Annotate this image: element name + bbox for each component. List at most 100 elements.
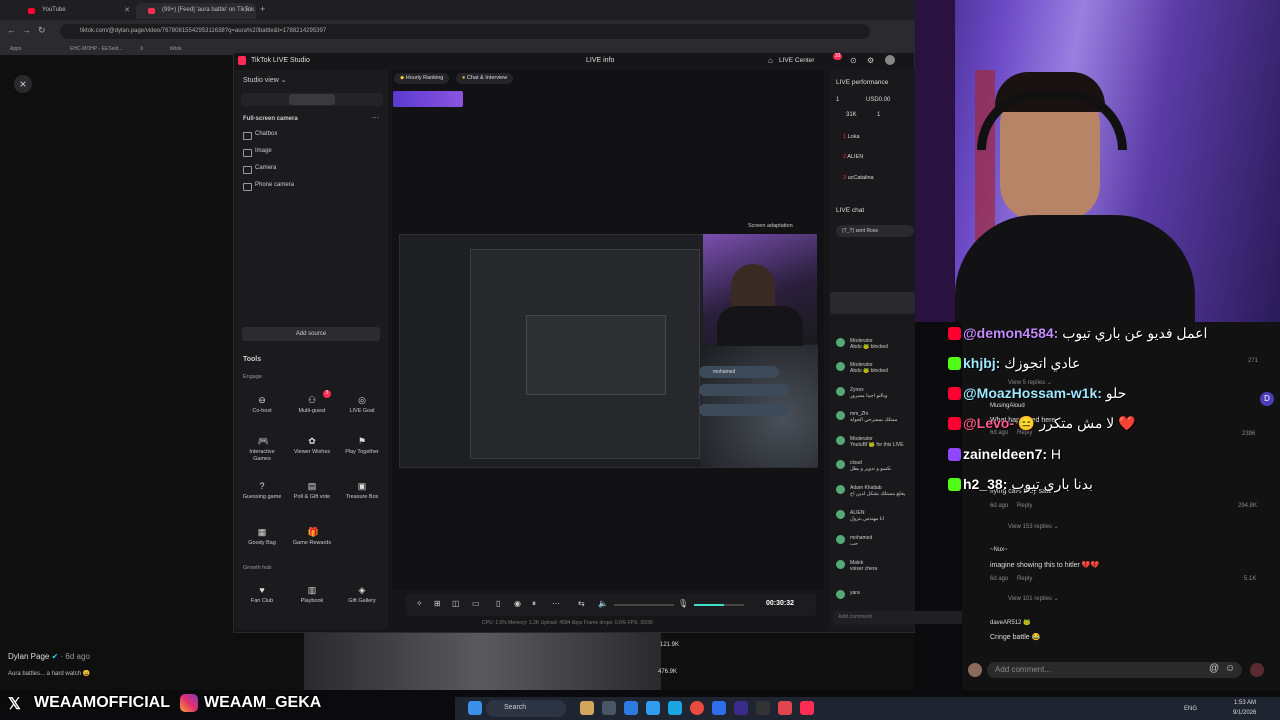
- chat-message[interactable]: Moderator Abdo 🐸 blocked: [836, 338, 946, 350]
- chat-message[interactable]: Malek voiser chera: [836, 560, 946, 572]
- add-source-button[interactable]: Add source: [242, 327, 380, 341]
- microphone-icon[interactable]: 🎙: [678, 599, 688, 608]
- tool-live-goal[interactable]: ◎ LIVE Goal: [340, 392, 384, 434]
- close-video-button[interactable]: ×: [14, 75, 32, 93]
- tool-poll-gift-vote[interactable]: ▤ Poll & Gift vote: [290, 478, 334, 520]
- ranking-row[interactable]: 3 ucCatalina: [843, 175, 874, 181]
- ranking-row[interactable]: 2 ALIEN: [843, 154, 863, 160]
- browser-tab-tiktok[interactable]: (99+) [Feed] 'aura battle' on TikTok ✕: [136, 3, 256, 19]
- bookmark-x[interactable]: X: [140, 46, 143, 52]
- view-replies-button[interactable]: View 101 replies ⌄: [1008, 595, 1059, 602]
- tool-gift-gallery[interactable]: ◈ Gift Gallery: [340, 582, 384, 624]
- reload-icon[interactable]: ↻: [38, 25, 46, 36]
- clock-date[interactable]: 9/1/2026: [1233, 710, 1256, 716]
- chatbox-widget-thumbnail[interactable]: [393, 91, 463, 107]
- edge-icon[interactable]: [624, 701, 638, 715]
- mic-level-track[interactable]: [724, 604, 744, 606]
- chat-message[interactable]: Moderator YoutuBf 🐸 for this LIVE: [836, 436, 946, 448]
- tool-multi-guest[interactable]: ⚇ Multi-guest: [290, 392, 334, 434]
- effects-icon[interactable]: ✧: [416, 599, 423, 608]
- video-like-count[interactable]: 121.9K: [660, 642, 679, 648]
- mention-icon[interactable]: @: [1209, 663, 1219, 674]
- comment-input[interactable]: Add comment...: [987, 662, 1242, 678]
- chat-message[interactable]: mohamed حب: [836, 535, 946, 547]
- premiere-icon[interactable]: [734, 701, 748, 715]
- video-author[interactable]: Dylan Page ✔ · 6d ago: [8, 652, 90, 661]
- layout-icon[interactable]: ⊞: [434, 599, 441, 608]
- avatar[interactable]: [885, 55, 895, 65]
- close-tab-icon[interactable]: ✕: [244, 6, 250, 14]
- chat-message[interactable]: cloud نكسو و تدوير و بطل: [836, 460, 946, 472]
- chat-message[interactable]: yara: [836, 590, 946, 599]
- tool-play-together[interactable]: ⚑ Play Together: [340, 433, 384, 475]
- live-info-button[interactable]: LIVE info: [586, 57, 614, 64]
- chat-interview-pill[interactable]: ● Chat & Interview: [456, 73, 514, 84]
- tool-interactive-games[interactable]: 🎮 Interactive Games: [240, 433, 284, 475]
- file-explorer-icon[interactable]: [580, 701, 594, 715]
- reply-button[interactable]: Reply: [1017, 576, 1032, 582]
- close-tab-icon[interactable]: ✕: [124, 6, 130, 14]
- studio-comment-input[interactable]: Add comment: [833, 611, 973, 624]
- home-icon[interactable]: ⌂: [768, 56, 773, 65]
- view-replies-button[interactable]: View 153 replies ⌄: [1008, 523, 1059, 530]
- bookmark-ehc[interactable]: EHC-MOHP - EESeid...: [70, 46, 122, 52]
- chat-message[interactable]: mm_Zhi ممثلك بمسرحي الجولة: [836, 411, 946, 423]
- orientation-switch[interactable]: [241, 93, 383, 106]
- tool-viewer-wishes[interactable]: ✿ Viewer Wishes: [290, 433, 334, 475]
- camera-icon[interactable]: ◫: [452, 599, 460, 608]
- tool-co-host[interactable]: ⊖ Co-host: [240, 392, 284, 434]
- pinned-chat-message[interactable]: [830, 292, 915, 314]
- studio-view-dropdown[interactable]: Studio view ⌄: [243, 76, 287, 84]
- tool-game-rewards[interactable]: 🎁 Game Rewards: [290, 524, 334, 566]
- ranking-row[interactable]: 1 Loka: [843, 134, 860, 140]
- tool-guessing-game[interactable]: ? Guessing game: [240, 478, 284, 520]
- emoji-icon[interactable]: ☺: [1225, 663, 1235, 674]
- clock-time[interactable]: 1:53 AM: [1234, 700, 1256, 706]
- more-options-icon[interactable]: ⋯: [372, 114, 379, 122]
- landscape-option[interactable]: [289, 94, 335, 105]
- author-name[interactable]: Dylan Page: [8, 652, 49, 661]
- comment-author[interactable]: daveAR512 🐸: [990, 619, 1031, 626]
- tiktok-studio-icon[interactable]: [800, 701, 814, 715]
- like-count[interactable]: 271: [1248, 358, 1258, 364]
- pause-icon[interactable]: ⏸: [532, 599, 536, 609]
- like-count[interactable]: 294.8K: [1238, 503, 1257, 509]
- scene-title[interactable]: Full-screen camera: [243, 116, 298, 122]
- game-icon[interactable]: [778, 701, 792, 715]
- hourly-ranking-pill[interactable]: ◆ Hourly Ranking: [394, 73, 450, 84]
- help-icon[interactable]: ⊙: [850, 56, 857, 65]
- chat-message[interactable]: Adam Khattab يخلع مستلك بشكل لدين اخ: [836, 485, 946, 497]
- record-icon[interactable]: ◉: [514, 599, 521, 608]
- input-language[interactable]: ENG: [1184, 706, 1197, 712]
- settings-icon[interactable]: ⚙: [867, 56, 874, 65]
- screen-icon[interactable]: ▭: [472, 599, 480, 608]
- bookmark-apps[interactable]: Apps: [10, 46, 21, 52]
- taskbar-search[interactable]: Search: [486, 700, 566, 717]
- forward-icon[interactable]: →: [22, 25, 31, 35]
- volume-slider[interactable]: [614, 604, 674, 606]
- tool-playbook[interactable]: ▥ Playbook: [290, 582, 334, 624]
- store-icon[interactable]: [646, 701, 660, 715]
- chrome-icon[interactable]: [690, 701, 704, 715]
- address-bar[interactable]: tiktok.com/@dylan.page/video/76780815542…: [60, 24, 870, 39]
- source-phone-camera[interactable]: Phone camera: [243, 182, 294, 191]
- windows-start-icon[interactable]: [468, 701, 482, 715]
- screen-adaptation-button[interactable]: Screen adaptation: [748, 223, 793, 229]
- comment-author[interactable]: ~Nux~: [990, 547, 1008, 553]
- chat-message[interactable]: Moderator Abdo 🐸 blocked: [836, 362, 946, 374]
- reply-button[interactable]: Reply: [1017, 503, 1032, 509]
- more-icon[interactable]: ⋯: [552, 599, 560, 608]
- browser-icon[interactable]: [668, 701, 682, 715]
- task-view-icon[interactable]: [602, 701, 616, 715]
- source-camera[interactable]: Camera: [243, 165, 276, 174]
- live-center-button[interactable]: LIVE Center: [779, 57, 814, 64]
- like-count[interactable]: 2396: [1242, 431, 1255, 437]
- obs-icon[interactable]: [756, 701, 770, 715]
- volume-icon[interactable]: 🔈: [598, 599, 608, 608]
- tool-goody-bag[interactable]: ▦ Goody Bag: [240, 524, 284, 566]
- source-chatbox[interactable]: Chatbox: [243, 131, 277, 140]
- like-count[interactable]: 5.1K: [1244, 576, 1256, 582]
- bookmark-tiktok[interactable]: tiktok: [170, 46, 182, 52]
- send-button[interactable]: [1250, 663, 1264, 677]
- new-tab-button[interactable]: +: [260, 4, 265, 14]
